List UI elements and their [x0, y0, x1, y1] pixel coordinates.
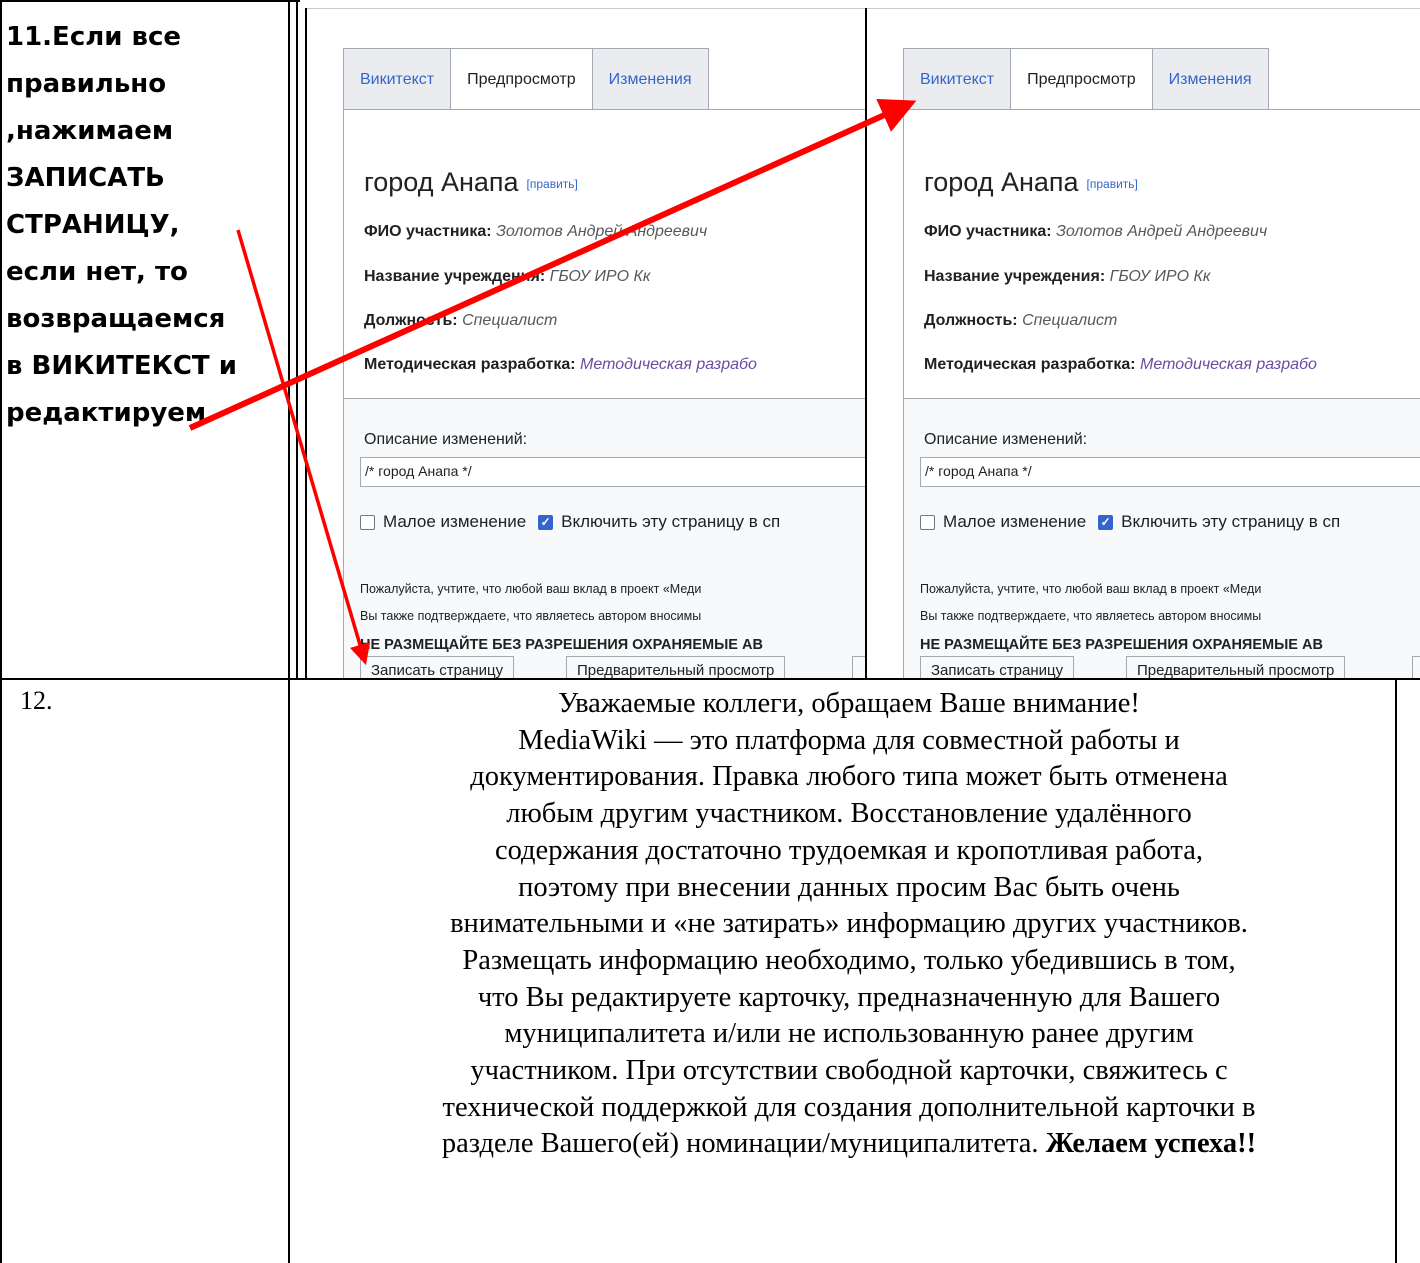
notice-line: внимательными и «не затирать» информацию… [450, 908, 1248, 940]
notice-line: Уважаемые коллеги, обращаем Ваше внимани… [558, 688, 1140, 719]
notice-line: MediaWiki — это платформа для совместной… [518, 724, 1180, 756]
notice-line: участником. При отсутствии свободной кар… [470, 1055, 1228, 1087]
notice-line: Размещать информацию необходимо, только … [462, 944, 1236, 976]
arrow-to-save-button [236, 229, 371, 666]
closing-wish: Желаем успеха!! [1045, 1128, 1257, 1160]
step12-number: 12. [20, 686, 53, 715]
notice-line: поэтому при внесении данных просим Вас б… [518, 871, 1180, 903]
step12-notice: Уважаемые коллеги, обращаем Ваше внимани… [298, 686, 1400, 1163]
notice-line: содержания достаточно трудоемкая и кропо… [494, 834, 1204, 866]
notice-line: любым другим участником. Восстановление … [506, 798, 1192, 830]
notice-line: муниципалитета и/или не использованную р… [504, 1018, 1194, 1050]
notice-line: технической поддержкой для создания допо… [442, 1091, 1256, 1123]
arrow-to-wikitext-tab [188, 98, 917, 431]
annotation-arrows [188, 98, 917, 666]
notice-line: документирования. Правка любого типа мож… [470, 761, 1228, 793]
notice-last-text: разделе Вашего(ей) номинации/муниципалит… [441, 1128, 1039, 1160]
notice-line: что Вы редактируете карточку, предназнач… [477, 981, 1221, 1013]
notice-line-last: разделе Вашего(ей) номинации/муниципалит… [298, 1126, 1400, 1163]
